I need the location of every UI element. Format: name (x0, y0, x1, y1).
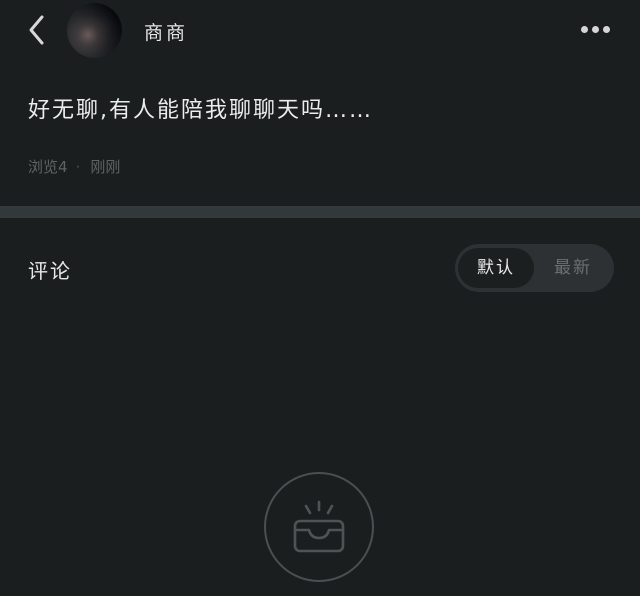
sort-default-tab[interactable]: 默认 (458, 248, 534, 288)
more-horizontal-icon (592, 26, 599, 33)
post-time: 刚刚 (90, 158, 121, 176)
empty-inbox-icon (293, 500, 345, 553)
comments-title: 评论 (28, 259, 72, 283)
top-bar: 商商 (0, 0, 640, 62)
view-count: 浏览4 (28, 158, 68, 176)
more-horizontal-icon (581, 26, 588, 33)
chevron-left-icon (29, 15, 44, 45)
meta-separator: · (75, 158, 81, 176)
section-divider (0, 206, 640, 218)
sort-latest-tab[interactable]: 最新 (535, 248, 611, 288)
more-horizontal-icon (603, 26, 610, 33)
username[interactable]: 商商 (144, 18, 188, 45)
post-meta: 浏览4 · 刚刚 (28, 156, 120, 177)
empty-comments-placeholder (264, 472, 374, 582)
comment-sort-toggle: 默认 最新 (455, 244, 614, 292)
back-button[interactable] (22, 12, 56, 48)
post-text: 好无聊,有人能陪我聊聊天吗…… (28, 98, 373, 123)
avatar[interactable] (67, 3, 122, 58)
more-button[interactable] (578, 18, 612, 42)
